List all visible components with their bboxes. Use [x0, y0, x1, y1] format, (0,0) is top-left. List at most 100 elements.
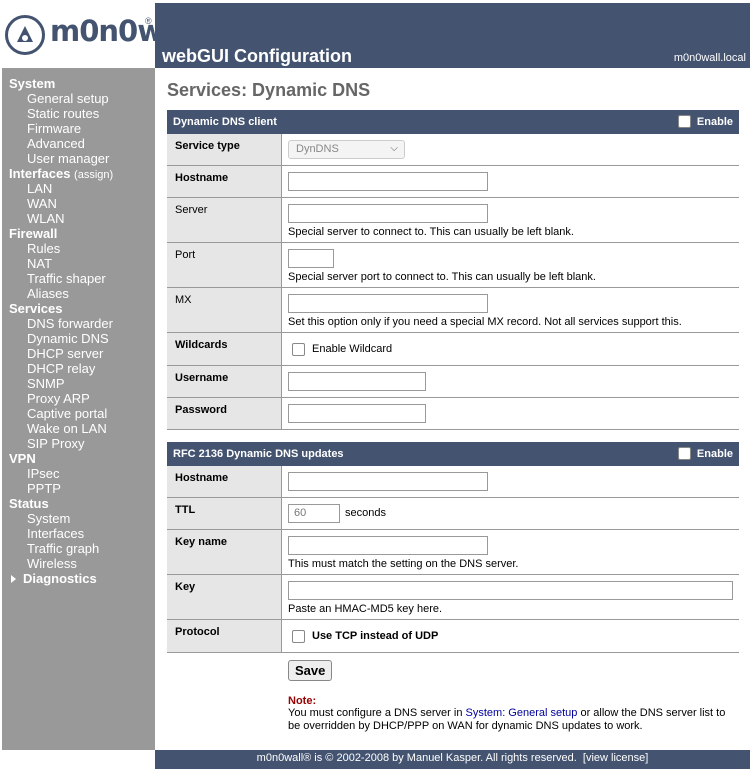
key-input[interactable] [288, 581, 733, 600]
port-input[interactable] [288, 249, 334, 268]
sidebar-item-status-system[interactable]: System [2, 511, 155, 526]
wildcards-row: Wildcards Enable Wildcard [167, 333, 739, 366]
footer-copyright: m0n0wall® is © 2002-2008 by Manuel Kaspe… [256, 752, 577, 764]
sidebar: System General setup Static routes Firmw… [2, 68, 155, 750]
ddns-hostname-input[interactable] [288, 172, 488, 191]
view-license-link[interactable]: [view license] [583, 752, 648, 764]
ddns-hostname-label: Hostname [167, 166, 282, 197]
rfc-hostname-label: Hostname [167, 466, 282, 497]
service-type-select[interactable]: DynDNS ⌵ [288, 140, 405, 159]
hostname-label: m0n0wall.local [673, 52, 746, 64]
ddns-enable-checkbox[interactable] [677, 114, 691, 128]
sidebar-item-sip-proxy[interactable]: SIP Proxy [2, 436, 155, 451]
port-row: Port Special server port to connect to. … [167, 243, 739, 288]
password-row: Password [167, 398, 739, 430]
sidebar-section-firewall: Firewall [9, 226, 58, 241]
keyname-hint: This must match the setting on the DNS s… [288, 558, 519, 570]
sidebar-item-status-interfaces[interactable]: Interfaces [2, 526, 155, 541]
ttl-input[interactable]: 60 [288, 504, 340, 523]
sidebar-item-nat[interactable]: NAT [2, 256, 155, 271]
header-bar: webGUI Configuration m0n0wall.local [155, 3, 750, 68]
keyname-row: Key name This must match the setting on … [167, 530, 739, 575]
sidebar-item-traffic-graph[interactable]: Traffic graph [2, 541, 155, 556]
username-input[interactable] [288, 372, 426, 391]
tcp-option-label: Use TCP instead of UDP [312, 630, 439, 642]
mx-label: MX [167, 288, 282, 332]
ddns-enable-toggle[interactable]: Enable [677, 110, 733, 134]
tcp-checkbox[interactable] [292, 629, 305, 643]
sidebar-item-dns-forwarder[interactable]: DNS forwarder [2, 316, 155, 331]
sidebar-item-aliases[interactable]: Aliases [2, 286, 155, 301]
sidebar-item-firmware[interactable]: Firmware [2, 121, 155, 136]
server-hint: Special server to connect to. This can u… [288, 226, 574, 238]
mx-input[interactable] [288, 294, 488, 313]
sidebar-item-pptp[interactable]: PPTP [2, 481, 155, 496]
logo[interactable]: m0n0wall ® [0, 0, 200, 68]
server-input[interactable] [288, 204, 488, 223]
sidebar-section-status: Status [9, 496, 49, 511]
sidebar-nav: System General setup Static routes Firmw… [2, 76, 155, 586]
key-label: Key [167, 575, 282, 619]
sidebar-item-captive-portal[interactable]: Captive portal [2, 406, 155, 421]
tcp-option[interactable]: Use TCP instead of UDP [288, 626, 733, 646]
sidebar-item-static-routes[interactable]: Static routes [2, 106, 155, 121]
sidebar-item-diagnostics-label: Diagnostics [23, 571, 97, 586]
rfc2136-enable-checkbox[interactable] [677, 446, 691, 460]
sidebar-section-system: System [9, 76, 56, 91]
port-label: Port [167, 243, 282, 287]
sidebar-item-traffic-shaper[interactable]: Traffic shaper [2, 271, 155, 286]
sidebar-item-snmp[interactable]: SNMP [2, 376, 155, 391]
sidebar-item-dhcp-server[interactable]: DHCP server [2, 346, 155, 361]
username-label: Username [167, 366, 282, 397]
interfaces-assign-link[interactable]: (assign) [74, 169, 113, 181]
sidebar-item-wlan[interactable]: WLAN [2, 211, 155, 226]
mx-row: MX Set this option only if you need a sp… [167, 288, 739, 333]
password-label: Password [167, 398, 282, 429]
protocol-row: Protocol Use TCP instead of UDP [167, 620, 739, 653]
port-hint: Special server port to connect to. This … [288, 271, 596, 283]
sidebar-item-dynamic-dns[interactable]: Dynamic DNS [2, 331, 155, 346]
ddns-section-header: Dynamic DNS client Enable [167, 110, 739, 134]
wildcards-label: Wildcards [167, 333, 282, 365]
sidebar-item-wireless[interactable]: Wireless [2, 556, 155, 571]
rfc-hostname-input[interactable] [288, 472, 488, 491]
sidebar-item-proxy-arp[interactable]: Proxy ARP [2, 391, 155, 406]
sidebar-item-dhcp-relay[interactable]: DHCP relay [2, 361, 155, 376]
page-title: Services: Dynamic DNS [167, 80, 371, 100]
sidebar-item-diagnostics[interactable]: Diagnostics [2, 571, 155, 586]
keyname-input[interactable] [288, 536, 488, 555]
sidebar-item-advanced[interactable]: Advanced [2, 136, 155, 151]
password-input[interactable] [288, 404, 426, 423]
note-label: Note: [288, 695, 317, 707]
ttl-label: TTL [167, 498, 282, 529]
sidebar-item-lan[interactable]: LAN [2, 181, 155, 196]
sidebar-item-wake-on-lan[interactable]: Wake on LAN [2, 421, 155, 436]
sidebar-item-user-manager[interactable]: User manager [2, 151, 155, 166]
sidebar-item-ipsec[interactable]: IPsec [2, 466, 155, 481]
ddns-section-title: Dynamic DNS client [173, 116, 277, 128]
rfc2136-enable-label: Enable [696, 448, 733, 460]
ddns-hostname-row: Hostname [167, 166, 739, 198]
sidebar-item-wan[interactable]: WAN [2, 196, 155, 211]
chevron-down-icon: ⌵ [390, 143, 398, 154]
wildcard-checkbox[interactable] [292, 342, 305, 356]
save-button[interactable]: Save [288, 660, 333, 681]
ttl-row: TTL 60 seconds [167, 498, 739, 530]
wildcard-option[interactable]: Enable Wildcard [288, 339, 733, 359]
footer: m0n0wall® is © 2002-2008 by Manuel Kaspe… [155, 750, 750, 769]
username-row: Username [167, 366, 739, 398]
server-label: Server [167, 198, 282, 242]
note-text: You must configure a DNS server in Syste… [288, 707, 739, 733]
protocol-label: Protocol [167, 620, 282, 652]
mx-hint: Set this option only if you need a speci… [288, 316, 682, 328]
sidebar-item-general-setup[interactable]: General setup [2, 91, 155, 106]
general-setup-link[interactable]: System: General setup [466, 707, 578, 719]
rfc2136-enable-toggle[interactable]: Enable [677, 442, 733, 466]
rfc-hostname-row: Hostname [167, 466, 739, 498]
rfc2136-section-title: RFC 2136 Dynamic DNS updates [173, 448, 344, 460]
key-row: Key Paste an HMAC-MD5 key here. [167, 575, 739, 620]
note-block: Note: You must configure a DNS server in… [288, 695, 739, 733]
key-hint: Paste an HMAC-MD5 key here. [288, 603, 443, 615]
sidebar-item-rules[interactable]: Rules [2, 241, 155, 256]
